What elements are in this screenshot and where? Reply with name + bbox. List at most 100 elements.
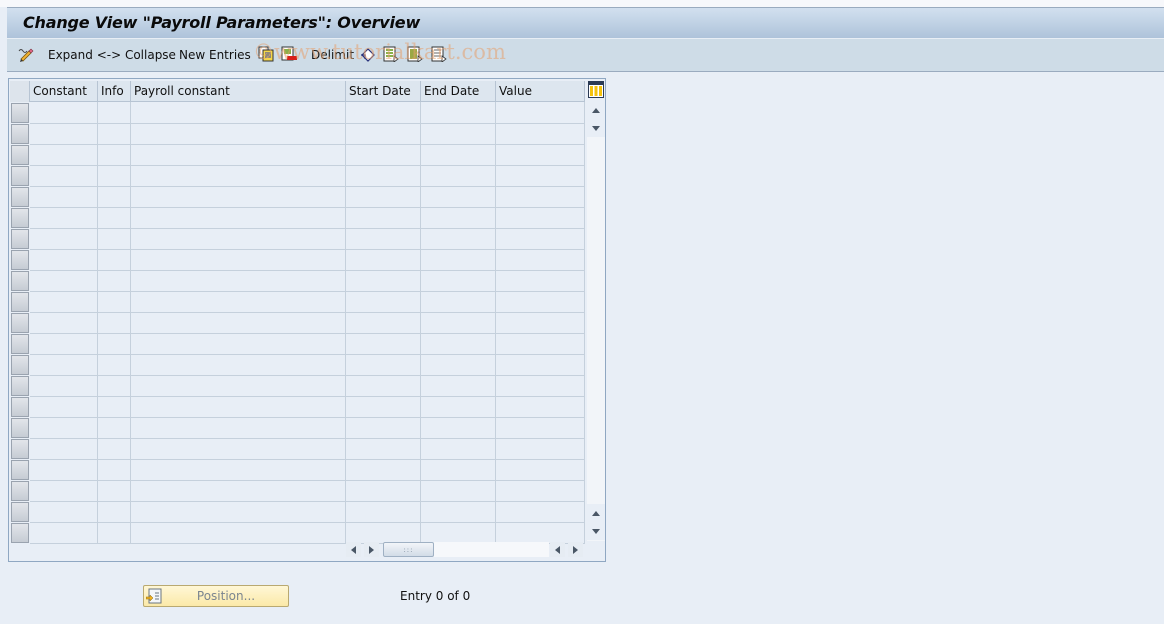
table-cell-info[interactable] [98,291,131,312]
table-cell-info[interactable] [98,312,131,333]
table-cell-value[interactable] [496,312,585,333]
table-cell-value[interactable] [496,438,585,459]
table-cell-start-date[interactable] [346,459,421,480]
table-cell-start-date[interactable] [346,144,421,165]
table-cell-constant[interactable] [30,207,98,228]
table-cell-end-date[interactable] [421,417,496,438]
table-cell-value[interactable] [496,375,585,396]
horizontal-scroll-track[interactable]: ::: [383,542,549,557]
table-cell-payroll-constant[interactable] [131,480,346,501]
table-cell-start-date[interactable] [346,396,421,417]
row-selector[interactable] [11,481,29,501]
row-selector[interactable] [11,355,29,375]
table-cell-start-date[interactable] [346,522,421,543]
row-selector[interactable] [11,145,29,165]
table-cell-start-date[interactable] [346,270,421,291]
table-cell-constant[interactable] [30,249,98,270]
scroll-down-button[interactable] [587,522,605,540]
table-cell-info[interactable] [98,249,131,270]
table-cell-payroll-constant[interactable] [131,102,346,123]
row-selector[interactable] [11,439,29,459]
row-selector[interactable] [11,460,29,480]
scroll-right-fixed-button[interactable] [364,542,379,557]
table-cell-info[interactable] [98,480,131,501]
table-cell-constant[interactable] [30,312,98,333]
delete-icon[interactable] [281,46,297,62]
table-cell-constant[interactable] [30,186,98,207]
table-cell-end-date[interactable] [421,144,496,165]
table-cell-info[interactable] [98,522,131,543]
copy-as-icon[interactable] [258,46,274,62]
row-selector[interactable] [11,523,29,543]
table-cell-constant[interactable] [30,165,98,186]
row-selector[interactable] [11,187,29,207]
table-cell-info[interactable] [98,375,131,396]
table-cell-payroll-constant[interactable] [131,354,346,375]
table-cell-end-date[interactable] [421,270,496,291]
table-cell-constant[interactable] [30,228,98,249]
table-cell-start-date[interactable] [346,354,421,375]
table-cell-end-date[interactable] [421,186,496,207]
table-cell-end-date[interactable] [421,102,496,123]
expand-collapse-button[interactable]: Expand <-> Collapse [48,45,176,65]
vertical-scrollbar[interactable] [587,101,605,541]
table-cell-value[interactable] [496,207,585,228]
table-cell-end-date[interactable] [421,123,496,144]
table-cell-payroll-constant[interactable] [131,123,346,144]
table-cell-constant[interactable] [30,333,98,354]
table-cell-payroll-constant[interactable] [131,249,346,270]
table-cell-start-date[interactable] [346,375,421,396]
select-all-icon[interactable] [383,46,399,62]
table-cell-info[interactable] [98,207,131,228]
table-cell-value[interactable] [496,417,585,438]
scroll-left-fixed-button[interactable] [346,542,361,557]
scroll-page-up-button[interactable] [587,504,605,522]
table-settings-icon[interactable] [588,81,604,98]
column-header-start-date[interactable]: Start Date [346,81,421,102]
table-cell-payroll-constant[interactable] [131,228,346,249]
table-cell-value[interactable] [496,522,585,543]
table-cell-value[interactable] [496,165,585,186]
new-entries-button[interactable]: New Entries [179,45,251,65]
scroll-right-button[interactable] [568,542,583,557]
row-selector[interactable] [11,103,29,123]
table-cell-payroll-constant[interactable] [131,165,346,186]
table-cell-start-date[interactable] [346,480,421,501]
scroll-left-button[interactable] [550,542,565,557]
row-selector[interactable] [11,376,29,396]
table-cell-payroll-constant[interactable] [131,417,346,438]
table-cell-start-date[interactable] [346,249,421,270]
scroll-page-down-button[interactable] [587,119,605,137]
table-cell-start-date[interactable] [346,207,421,228]
table-cell-payroll-constant[interactable] [131,501,346,522]
table-cell-value[interactable] [496,396,585,417]
table-cell-value[interactable] [496,333,585,354]
table-cell-constant[interactable] [30,270,98,291]
table-cell-info[interactable] [98,123,131,144]
table-cell-start-date[interactable] [346,501,421,522]
table-cell-end-date[interactable] [421,228,496,249]
table-cell-info[interactable] [98,165,131,186]
table-cell-start-date[interactable] [346,228,421,249]
table-cell-constant[interactable] [30,123,98,144]
table-cell-end-date[interactable] [421,396,496,417]
display-change-icon[interactable] [18,46,34,62]
table-cell-value[interactable] [496,102,585,123]
select-block-icon[interactable] [407,46,423,62]
table-cell-end-date[interactable] [421,501,496,522]
table-cell-info[interactable] [98,102,131,123]
table-cell-payroll-constant[interactable] [131,375,346,396]
table-cell-info[interactable] [98,333,131,354]
table-cell-info[interactable] [98,417,131,438]
horizontal-scroll-thumb[interactable]: ::: [383,542,434,557]
table-cell-end-date[interactable] [421,312,496,333]
table-cell-value[interactable] [496,459,585,480]
column-header-payroll-constant[interactable]: Payroll constant [131,81,346,102]
table-cell-value[interactable] [496,228,585,249]
table-cell-info[interactable] [98,501,131,522]
table-cell-payroll-constant[interactable] [131,144,346,165]
table-cell-constant[interactable] [30,501,98,522]
table-cell-info[interactable] [98,228,131,249]
table-cell-value[interactable] [496,291,585,312]
table-cell-info[interactable] [98,144,131,165]
